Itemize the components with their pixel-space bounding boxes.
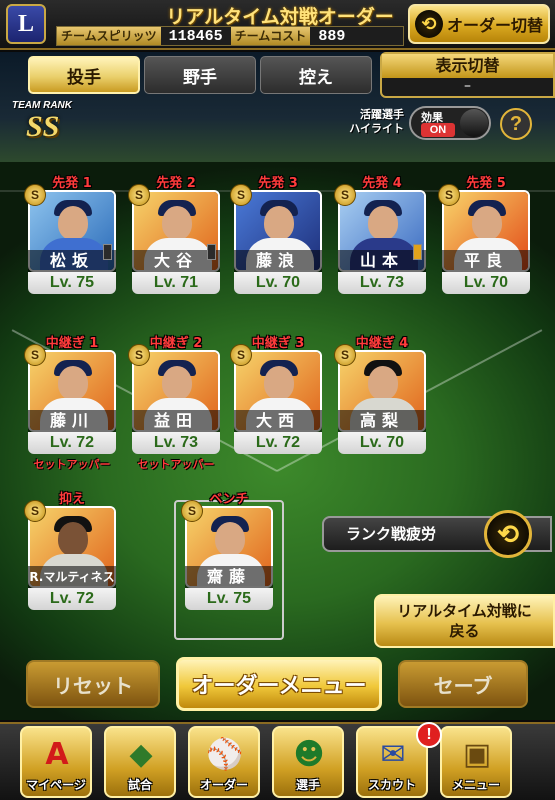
question-icon: ? (509, 113, 523, 135)
role-note: セットアッパー (33, 458, 111, 471)
display-switch-value: – (464, 78, 471, 94)
reliever-card-2[interactable]: 中継ぎ 2 S 益田 Lv. 73 セットアッパー (128, 336, 222, 471)
bottom-nav: A マイページ ◆ 試合 ⚾ オーダー ☻ 選手 ✉ スカウト ▣ メニュー (0, 722, 555, 800)
nav-menu[interactable]: ▣ メニュー (440, 726, 512, 798)
player-name: 齋藤 (185, 566, 273, 588)
scout-icon: ✉ (380, 736, 406, 772)
rarity-s-icon: S (24, 500, 46, 522)
effect-state: ON (421, 123, 455, 137)
notification-badge: ! (416, 722, 442, 748)
order-switch-button[interactable]: ⟲ オーダー切替 (408, 4, 550, 44)
nav-game[interactable]: ◆ 試合 (104, 726, 176, 798)
player-name: R.マルティネス (28, 566, 116, 588)
toggle-knob (460, 109, 488, 137)
highlight-label: 活躍選手 ハイライト (334, 108, 404, 136)
closer-card[interactable]: 抑え S R.マルティネス Lv. 72 (24, 492, 118, 616)
tab-pitcher[interactable]: 投手 (28, 56, 140, 94)
starter-card-4[interactable]: 先発 4 S 山本 Lv. 73 (334, 176, 428, 300)
highlight-label-line2: ハイライト (349, 122, 404, 135)
player-level: Lv. 70 (234, 272, 322, 294)
cycle-icon[interactable]: ⟲ (484, 510, 532, 558)
team-rank-value: SS (26, 110, 60, 143)
player-level: Lv. 73 (338, 272, 426, 294)
cycle-icon: ⟲ (414, 10, 443, 38)
rarity-s-icon: S (24, 344, 46, 366)
rarity-s-icon: S (334, 344, 356, 366)
starter-card-5[interactable]: 先発 5 S 平良 Lv. 70 (438, 176, 532, 300)
cost-value: 889 (318, 27, 346, 45)
highlight-label-line1: 活躍選手 (360, 108, 404, 121)
order-menu-button[interactable]: オーダーメニュー (176, 657, 382, 711)
starter-card-2[interactable]: 先発 2 S 大谷 Lv. 71 (128, 176, 222, 300)
order-icon: ⚾ (206, 736, 244, 772)
rarity-s-icon: S (181, 500, 203, 522)
player-level: Lv. 75 (185, 588, 273, 610)
player-name: 平良 (442, 250, 530, 272)
nav-label: マイページ (26, 778, 86, 792)
card-tag-icon (207, 244, 216, 260)
save-button[interactable]: セーブ (398, 660, 528, 708)
help-button[interactable]: ? (500, 108, 532, 140)
back-to-realtime-button[interactable]: リアルタイム対戦に 戻る (374, 594, 555, 648)
display-switch-label: 表示切替 (382, 54, 553, 78)
player-level: Lv. 72 (234, 432, 322, 454)
player-level: Lv. 70 (442, 272, 530, 294)
nav-label: 試合 (127, 778, 152, 792)
player-level: Lv. 71 (132, 272, 220, 294)
display-switch-button[interactable]: 表示切替 – (380, 52, 555, 98)
team-stats: チームスピリッツ 118465 チームコスト 889 (56, 26, 404, 46)
tab-fielder[interactable]: 野手 (144, 56, 256, 94)
nav-players[interactable]: ☻ 選手 (272, 726, 344, 798)
starter-card-1[interactable]: 先発 1 S 松坂 Lv. 75 (24, 176, 118, 300)
spirit-value: 118465 (168, 27, 223, 45)
player-name: 藤川 (28, 410, 116, 432)
rarity-s-icon: S (128, 344, 150, 366)
nav-label: 選手 (295, 778, 320, 792)
effect-toggle[interactable]: 効果 ON (409, 106, 491, 140)
reliever-card-3[interactable]: 中継ぎ 3 S 大西 Lv. 72 (230, 336, 324, 460)
reliever-card-4[interactable]: 中継ぎ 4 S 高梨 Lv. 70 (334, 336, 428, 460)
stadium-icon: ◆ (129, 736, 153, 772)
cost-label: チームコスト (230, 27, 311, 45)
rarity-s-icon: S (334, 184, 356, 206)
header-bar: L リアルタイム対戦オーダー チームスピリッツ 118465 チームコスト 88… (0, 0, 555, 50)
card-tag-icon (103, 244, 112, 260)
menu-icon: ▣ (462, 736, 492, 772)
player-name: 藤浪 (234, 250, 322, 272)
nav-label: スカウト (367, 778, 416, 792)
rarity-s-icon: S (230, 344, 252, 366)
team-logo: L (6, 4, 46, 44)
reset-button[interactable]: リセット (26, 660, 160, 708)
order-switch-label: オーダー切替 (446, 16, 543, 35)
mypage-icon: A (45, 736, 69, 772)
nav-label: オーダー (199, 778, 248, 792)
page-title: リアルタイム対戦オーダー (166, 6, 394, 28)
starter-card-3[interactable]: 先発 3 S 藤浪 Lv. 70 (230, 176, 324, 300)
reliever-card-1[interactable]: 中継ぎ 1 S 藤川 Lv. 72 セットアッパー (24, 336, 118, 471)
player-level: Lv. 75 (28, 272, 116, 294)
card-tag-icon (413, 244, 422, 260)
spirit-label: チームスピリッツ (57, 27, 161, 45)
bench-card[interactable]: ベンチ S 齋藤 Lv. 75 (181, 492, 275, 616)
rarity-s-icon: S (230, 184, 252, 206)
rarity-s-icon: S (24, 184, 46, 206)
player-name: 益田 (132, 410, 220, 432)
player-level: Lv. 72 (28, 432, 116, 454)
rarity-s-icon: S (128, 184, 150, 206)
back-label-line2: 戻る (449, 622, 480, 640)
tab-reserve[interactable]: 控え (260, 56, 372, 94)
player-name: 高梨 (338, 410, 426, 432)
nav-order[interactable]: ⚾ オーダー (188, 726, 260, 798)
rarity-s-icon: S (438, 184, 460, 206)
nav-mypage[interactable]: A マイページ (20, 726, 92, 798)
player-level: Lv. 73 (132, 432, 220, 454)
back-label-line1: リアルタイム対戦に (397, 602, 532, 620)
player-level: Lv. 70 (338, 432, 426, 454)
nav-label: メニュー (451, 778, 500, 792)
role-note: セットアッパー (137, 458, 215, 471)
player-name: 大西 (234, 410, 322, 432)
player-level: Lv. 72 (28, 588, 116, 610)
player-icon: ☻ (293, 736, 325, 772)
